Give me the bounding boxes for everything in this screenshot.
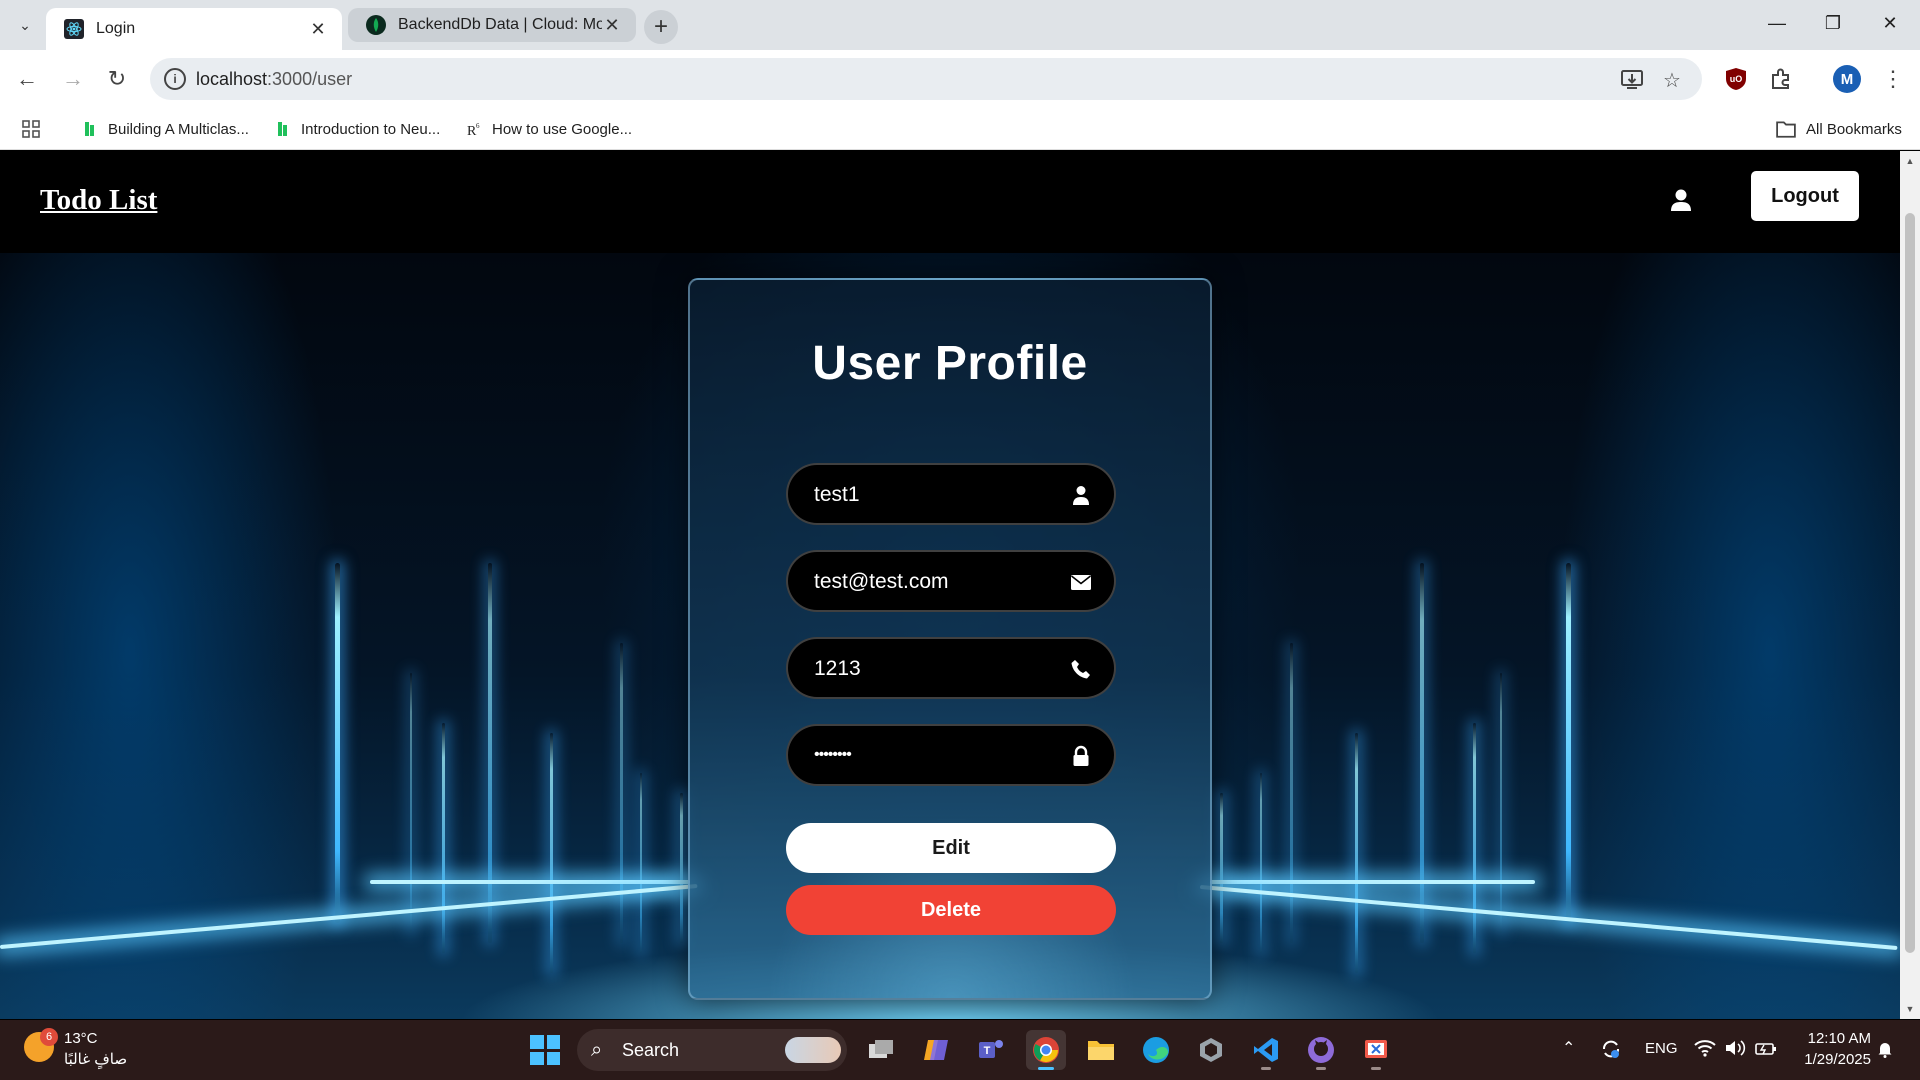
search-highlight-image — [785, 1037, 841, 1063]
search-icon: ⌕ — [591, 1039, 603, 1061]
github-icon[interactable] — [1301, 1030, 1341, 1070]
user-icon[interactable] — [1668, 187, 1694, 213]
folder-icon — [1776, 121, 1796, 138]
all-bookmarks[interactable]: All Bookmarks — [1776, 117, 1902, 141]
install-app-icon[interactable] — [1620, 68, 1644, 92]
language-indicator[interactable]: ENG — [1645, 1040, 1678, 1057]
browser-toolbar: ← → ↻ i localhost:3000/user ☆ uO ⋮ — [0, 50, 1920, 108]
scroll-down-icon[interactable]: ▼ — [1900, 1001, 1920, 1017]
restore-icon[interactable]: ❐ — [1813, 8, 1853, 38]
svg-text:6: 6 — [476, 122, 480, 130]
r-icon: R6 — [467, 122, 480, 137]
phone-icon — [1071, 660, 1090, 679]
logout-button[interactable]: Logout — [1751, 171, 1859, 221]
lock-icon — [1073, 745, 1089, 766]
windows-taskbar: 6 13°C صافٍ غالبًا ⌕ Search T ⌃ ENG 12:1… — [0, 1020, 1920, 1080]
svg-text:uO: uO — [1730, 74, 1743, 84]
back-icon[interactable]: ← — [12, 64, 42, 94]
user-icon — [1073, 486, 1089, 505]
address-bar[interactable]: i localhost:3000/user ☆ — [150, 58, 1702, 100]
wifi-icon[interactable] — [1694, 1038, 1716, 1062]
weather-condition: صافٍ غالبًا — [64, 1051, 128, 1068]
bookmark-label: Introduction to Neu... — [301, 120, 441, 138]
chrome-icon[interactable] — [1026, 1030, 1066, 1070]
url-text: localhost:3000/user — [196, 69, 353, 89]
bookmarks-bar: Building A Multiclas... Introduction to … — [0, 108, 1920, 150]
email-field[interactable]: test@test.com — [786, 550, 1116, 612]
clock-date: 1/29/2025 — [1804, 1051, 1871, 1068]
browser-tab-bar: ⌄ Login ✕ BackendDb Data | Cloud: MongoD… — [0, 0, 1920, 50]
taskbar-search[interactable]: ⌕ Search — [577, 1029, 847, 1071]
all-bookmarks-label: All Bookmarks — [1806, 120, 1902, 138]
new-tab-button[interactable]: + — [644, 10, 678, 44]
bookmark-label: Building A Multiclas... — [108, 120, 249, 138]
close-window-icon[interactable]: ✕ — [1870, 8, 1910, 38]
delete-button[interactable]: Delete — [786, 885, 1116, 935]
bookmark-item[interactable]: Building A Multiclas... — [82, 117, 249, 141]
tab-title: BackendDb Data | Cloud: MongoDB Cloud — [398, 16, 602, 33]
bookmark-label: How to use Google... — [492, 120, 633, 138]
sync-icon[interactable] — [1600, 1038, 1622, 1064]
site-info-icon[interactable]: i — [164, 68, 186, 90]
envelope-icon — [1071, 575, 1091, 590]
forward-icon[interactable]: → — [58, 64, 88, 94]
profile-avatar[interactable]: M — [1833, 65, 1861, 93]
teams-icon[interactable]: T — [971, 1030, 1011, 1070]
bookmark-item[interactable]: R6 How to use Google... — [466, 117, 632, 141]
close-tab-icon[interactable]: ✕ — [308, 19, 328, 39]
browser-menu-icon[interactable]: ⋮ — [1878, 64, 1908, 94]
email-value: test@test.com — [814, 570, 949, 593]
tab-backenddb[interactable]: BackendDb Data | Cloud: MongoDB Cloud ✕ — [348, 8, 636, 42]
vscode-icon[interactable] — [1246, 1030, 1286, 1070]
react-icon — [64, 19, 84, 39]
reload-icon[interactable]: ↻ — [102, 64, 132, 94]
notification-bell-icon[interactable] — [1876, 1040, 1894, 1058]
windows-start-icon[interactable] — [530, 1035, 560, 1065]
kaggle-icon — [278, 122, 287, 136]
battery-icon[interactable] — [1754, 1038, 1778, 1062]
edge-icon[interactable] — [1136, 1030, 1176, 1070]
password-value: •••••••• — [814, 746, 852, 763]
volume-icon[interactable] — [1724, 1038, 1746, 1062]
brand-link[interactable]: Todo List — [40, 184, 157, 217]
apps-grid-icon[interactable] — [22, 117, 40, 141]
user-profile-card: User Profile test1 test@test.com 1213 ••… — [688, 278, 1212, 1000]
username-value: test1 — [814, 483, 860, 506]
extensions-puzzle-icon[interactable] — [1766, 64, 1796, 94]
minimize-icon[interactable]: — — [1757, 8, 1797, 38]
web-page: Todo List Logout User Profile test1 test… — [0, 151, 1900, 1019]
task-view-icon[interactable] — [861, 1030, 901, 1070]
tab-login[interactable]: Login ✕ — [46, 8, 342, 50]
svg-text:T: T — [984, 1045, 991, 1057]
scroll-up-icon[interactable]: ▲ — [1900, 153, 1920, 169]
file-explorer-icon[interactable] — [1081, 1030, 1121, 1070]
ublock-icon[interactable]: uO — [1721, 64, 1751, 94]
tab-title: Login — [96, 20, 136, 37]
phone-field[interactable]: 1213 — [786, 637, 1116, 699]
app-hexagon-icon[interactable] — [1191, 1030, 1231, 1070]
username-field[interactable]: test1 — [786, 463, 1116, 525]
bookmark-item[interactable]: Introduction to Neu... — [275, 117, 440, 141]
kaggle-icon — [85, 122, 94, 136]
clock-time: 12:10 AM — [1807, 1030, 1871, 1047]
show-hidden-icons-chevron-icon[interactable]: ⌃ — [1562, 1038, 1575, 1058]
search-label: Search — [622, 1040, 680, 1060]
page-title: User Profile — [812, 337, 1088, 390]
phone-value: 1213 — [814, 657, 861, 680]
top-navbar: Todo List Logout — [0, 151, 1900, 253]
snipping-tool-icon[interactable] — [1356, 1030, 1396, 1070]
close-tab-icon[interactable]: ✕ — [602, 15, 622, 35]
weather-badge: 6 — [40, 1028, 58, 1046]
tab-search-chevron-icon[interactable]: ⌄ — [12, 12, 38, 38]
edit-button[interactable]: Edit — [786, 823, 1116, 873]
copilot-icon[interactable] — [916, 1030, 956, 1070]
password-field[interactable]: •••••••• — [786, 724, 1116, 786]
weather-temp: 13°C — [64, 1030, 98, 1047]
system-clock[interactable]: 12:10 AM 1/29/2025 — [1795, 1028, 1871, 1070]
mongodb-leaf-icon — [366, 15, 386, 35]
page-scrollbar[interactable]: ▲ ▼ — [1900, 151, 1920, 1019]
bookmark-star-icon[interactable]: ☆ — [1660, 68, 1684, 92]
scroll-thumb[interactable] — [1905, 213, 1915, 953]
